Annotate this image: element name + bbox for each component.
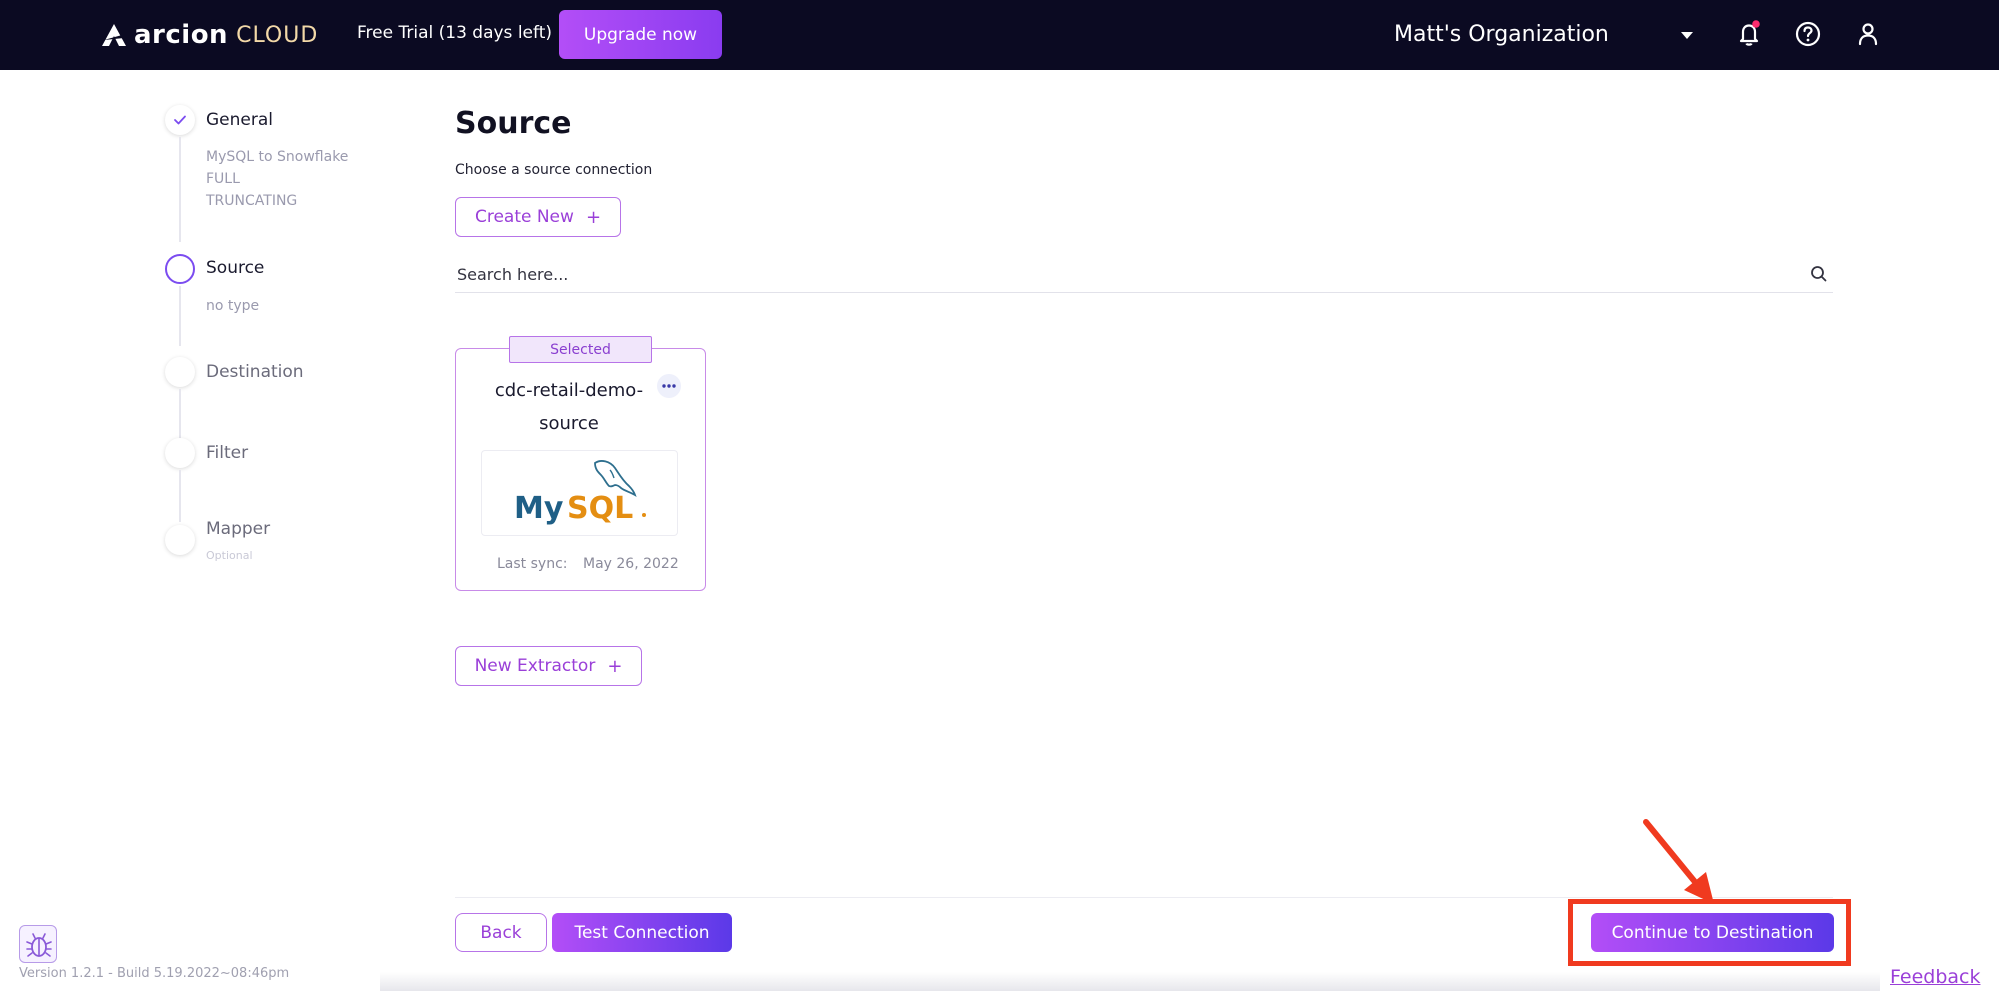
new-extractor-label: New Extractor xyxy=(474,656,596,676)
arcion-logo[interactable]: arcion CLOUD xyxy=(100,18,318,52)
mysql-dolphin-icon: My SQL xyxy=(514,460,646,526)
step-destination-circle xyxy=(165,357,195,387)
bug-report-icon[interactable] xyxy=(19,925,57,963)
logo-word: arcion xyxy=(134,20,229,50)
step-general-sub-2: FULL xyxy=(206,171,240,187)
new-extractor-button[interactable]: New Extractor + xyxy=(455,646,642,686)
plus-icon: + xyxy=(585,206,602,228)
mysql-logo: My SQL xyxy=(481,450,678,536)
bug-icon xyxy=(26,933,52,957)
step-filter-circle xyxy=(165,438,195,468)
back-button[interactable]: Back xyxy=(455,913,547,952)
step-general-circle xyxy=(165,105,195,135)
step-connector xyxy=(179,286,181,346)
mysql-logo-my: My xyxy=(514,491,564,526)
help-icon[interactable] xyxy=(1792,18,1824,50)
search-bar xyxy=(455,256,1833,293)
step-source-sub: no type xyxy=(206,298,260,314)
ellipsis-icon xyxy=(662,384,676,388)
source-card[interactable]: Selected cdc-retail-demo-source My SQL L… xyxy=(455,336,706,591)
caret-down-icon[interactable] xyxy=(1680,28,1694,42)
last-sync-date: May 26, 2022 xyxy=(583,556,679,572)
step-connector xyxy=(179,470,181,522)
step-connector xyxy=(179,389,181,439)
annotation-arrow-icon xyxy=(1643,819,1714,904)
plus-icon: + xyxy=(607,655,623,677)
check-icon xyxy=(174,115,186,125)
selected-badge: Selected xyxy=(509,336,652,363)
page-subtitle: Choose a source connection xyxy=(455,162,653,178)
bell-icon[interactable] xyxy=(1733,18,1765,50)
trial-status: Free Trial (13 days left) xyxy=(357,23,552,43)
step-connector xyxy=(179,137,181,242)
page-title: Source xyxy=(455,106,572,141)
step-mapper-circle xyxy=(165,525,195,555)
step-mapper-optional: Optional xyxy=(206,549,253,562)
top-bar: arcion CLOUD Free Trial (13 days left) U… xyxy=(0,0,1999,70)
organization-name[interactable]: Matt's Organization xyxy=(1394,22,1609,47)
footer-divider xyxy=(455,897,1833,898)
step-filter-title: Filter xyxy=(206,443,249,463)
version-text: Version 1.2.1 - Build 5.19.2022~08:46pm xyxy=(19,966,290,981)
upgrade-button[interactable]: Upgrade now xyxy=(559,10,722,59)
logo-cloud: CLOUD xyxy=(236,22,319,48)
create-new-label: Create New xyxy=(474,207,574,227)
step-general-title: General xyxy=(206,110,273,130)
more-options-icon[interactable] xyxy=(657,374,681,398)
annotation-highlight-box xyxy=(1568,899,1851,966)
step-destination-title: Destination xyxy=(206,362,304,382)
search-input[interactable] xyxy=(457,260,1757,288)
step-source-title: Source xyxy=(206,258,265,278)
source-name: cdc-retail-demo-source xyxy=(494,380,644,434)
arcion-logo-icon xyxy=(102,24,126,46)
step-general-sub-3: TRUNCATING xyxy=(206,193,298,209)
step-mapper-title: Mapper xyxy=(206,519,271,539)
create-new-button[interactable]: Create New + xyxy=(455,197,621,237)
user-icon[interactable] xyxy=(1852,18,1884,50)
bottom-shadow xyxy=(380,972,1880,991)
last-sync-label: Last sync: xyxy=(497,556,568,572)
feedback-link[interactable]: Feedback xyxy=(1890,966,1980,988)
search-icon[interactable] xyxy=(1809,264,1829,284)
mysql-logo-sql: SQL xyxy=(567,491,633,526)
test-connection-button[interactable]: Test Connection xyxy=(552,913,732,952)
step-general-sub-1: MySQL to Snowflake xyxy=(206,149,349,165)
step-source-circle xyxy=(165,254,195,284)
